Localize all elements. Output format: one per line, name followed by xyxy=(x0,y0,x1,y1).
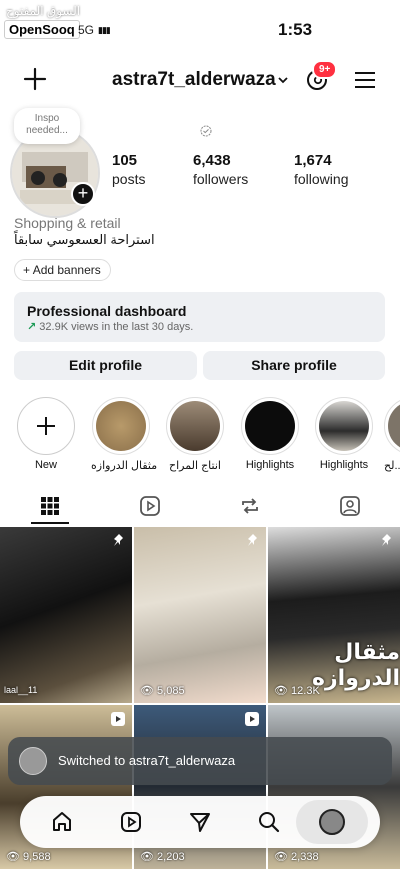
tagged-icon[interactable] xyxy=(339,495,361,517)
chevron-down-icon[interactable] xyxy=(276,73,290,87)
view-count: 👁 2,203 xyxy=(140,850,185,863)
view-count-text: 5,085 xyxy=(157,685,185,697)
plus-icon xyxy=(37,417,55,435)
highlight-label: مثقال الدروازه xyxy=(91,460,158,472)
reels-icon[interactable] xyxy=(119,810,143,834)
highlight-label: New xyxy=(34,459,57,471)
posts-count: 105 xyxy=(112,152,138,169)
posts-label: posts xyxy=(112,171,146,187)
highlight-item[interactable]: انتاج المراح xyxy=(165,397,225,472)
clock: 1:53 xyxy=(278,20,313,39)
pin-icon xyxy=(248,534,257,546)
profile-tabs xyxy=(0,489,400,525)
highlight-item[interactable]: لح... xyxy=(384,397,400,472)
professional-dashboard[interactable]: Professional dashboard ↗ 32.9K views in … xyxy=(14,292,385,342)
followers-count: 6,438 xyxy=(193,152,231,169)
view-count: 👁 2,338 xyxy=(274,850,319,863)
highlight-new[interactable]: New xyxy=(16,397,76,471)
profile-bio: استراحة العسعوسي سابقاً xyxy=(14,232,155,247)
eye-icon: 👁 xyxy=(6,851,24,863)
post-caption: laal__11 xyxy=(4,685,38,695)
stat-posts[interactable]: 105 posts xyxy=(112,152,145,187)
grid-icon[interactable] xyxy=(39,495,61,517)
note-bubble[interactable]: Inspo needed... xyxy=(14,108,80,144)
dashboard-title: Professional dashboard xyxy=(27,303,187,319)
highlight-label: انتاج المراح xyxy=(169,460,221,472)
bottom-nav xyxy=(20,796,380,848)
account-switched-toast: Switched to astra7t_alderwaza xyxy=(8,737,392,785)
dashboard-views-text: 32.9K views in the last 30 days. xyxy=(39,321,194,333)
reels-tab-icon[interactable] xyxy=(139,495,161,517)
username-switcher[interactable]: astra7t_alderwaza xyxy=(112,69,276,91)
highlight-label: Highlights xyxy=(319,459,369,471)
watermark-text: السوق المفتوح xyxy=(6,4,81,18)
profile-category: Shopping & retail xyxy=(14,215,121,231)
toast-message: Switched to astra7t_alderwaza xyxy=(58,753,236,768)
view-count-text: 2,203 xyxy=(157,851,185,863)
add-banners-button[interactable]: + Add banners xyxy=(14,259,111,281)
following-label: following xyxy=(294,171,349,187)
highlight-label: لح... xyxy=(384,460,400,472)
eye-icon: 👁 xyxy=(274,851,292,863)
view-count-text: 9,588 xyxy=(23,851,51,863)
status-bar: السوق المفتوح OpenSooq 5G ▮▮▮ 1:53 xyxy=(0,0,400,50)
add-story-button[interactable]: + xyxy=(71,182,95,206)
pin-icon xyxy=(114,534,123,546)
network-label: 5G xyxy=(78,23,95,37)
highlight-item[interactable]: Highlights xyxy=(240,397,300,471)
eye-icon: 👁 xyxy=(140,851,158,863)
followers-label: followers xyxy=(193,171,249,187)
view-count: 👁 12.3K xyxy=(274,684,320,697)
reel-icon xyxy=(245,712,259,726)
highlight-item[interactable]: Highlights xyxy=(314,397,374,471)
signal-icon: ▮▮▮ xyxy=(98,25,111,35)
view-count-text: 2,338 xyxy=(291,851,319,863)
active-tab-indicator xyxy=(31,522,69,524)
following-count: 1,674 xyxy=(294,152,332,169)
dashboard-subtitle: ↗ 32.9K views in the last 30 days. xyxy=(27,320,193,333)
grid-post[interactable]: 👁 5,085 xyxy=(134,527,266,703)
send-icon[interactable] xyxy=(188,810,212,834)
menu-icon[interactable] xyxy=(352,68,378,92)
plus-icon: + xyxy=(23,263,33,277)
create-plus-icon[interactable] xyxy=(22,66,48,92)
edit-profile-button[interactable]: Edit profile xyxy=(14,351,197,380)
home-icon[interactable] xyxy=(50,810,74,834)
view-count: 👁 5,085 xyxy=(140,684,185,697)
trend-up-icon: ↗ xyxy=(27,321,40,333)
highlight-label: Highlights xyxy=(245,459,295,471)
post-caption: مثقال الدروازه xyxy=(312,639,400,690)
grid-post[interactable]: مثقال الدروازه 👁 12.3K xyxy=(268,527,400,703)
search-icon[interactable] xyxy=(257,810,281,834)
pin-icon xyxy=(382,534,391,546)
grid-post[interactable]: laal__11 xyxy=(0,527,132,703)
toast-avatar xyxy=(19,747,47,775)
profile-header: astra7t_alderwaza 9+ xyxy=(0,60,400,100)
view-count: 👁 9,588 xyxy=(6,850,51,863)
reel-icon xyxy=(111,712,125,726)
brand-badge: OpenSooq xyxy=(4,20,80,39)
profile-avatar-nav[interactable] xyxy=(319,809,345,835)
add-banners-label: Add banners xyxy=(32,263,101,277)
view-count-text: 12.3K xyxy=(291,685,320,697)
share-profile-button[interactable]: Share profile xyxy=(203,351,385,380)
eye-icon: 👁 xyxy=(274,685,292,697)
notification-badge: 9+ xyxy=(312,60,338,79)
eye-icon: 👁 xyxy=(140,685,158,697)
reposts-icon[interactable] xyxy=(239,495,261,517)
stat-followers[interactable]: 6,438 followers xyxy=(193,152,248,187)
highlight-item[interactable]: مثقال الدروازه xyxy=(91,397,158,472)
verified-status-icon xyxy=(200,125,212,137)
stat-following[interactable]: 1,674 following xyxy=(294,152,348,187)
